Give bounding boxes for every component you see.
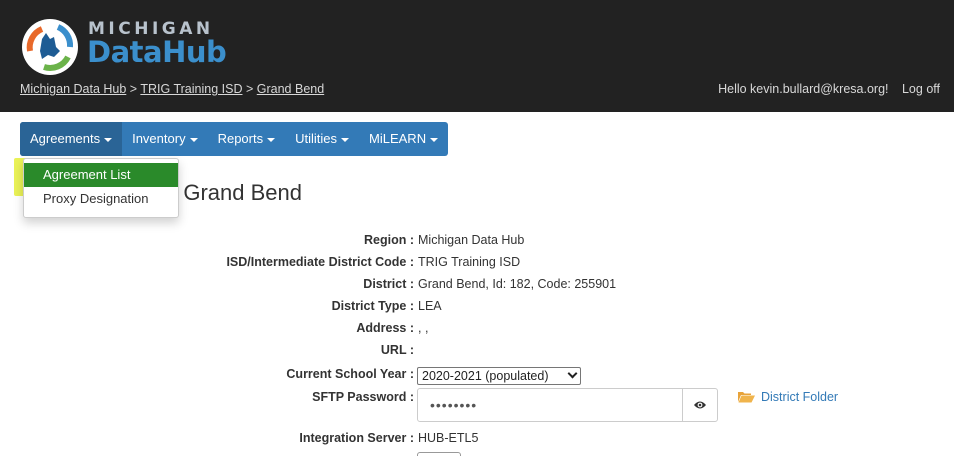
detail-value: Michigan Data Hub <box>418 233 525 247</box>
detail-row-integration-server: Integration Server : HUB-ETL5 <box>0 431 954 451</box>
nav-milearn-label: MiLEARN <box>369 131 427 146</box>
detail-row-isd: ISD/Intermediate District Code : TRIG Tr… <box>0 255 954 275</box>
detail-row-district: District : Grand Bend, Id: 182, Code: 25… <box>0 277 954 297</box>
caret-down-icon <box>341 137 350 142</box>
agreements-dropdown-menu: Agreement List Proxy Designation <box>23 158 179 218</box>
menu-item-proxy-designation[interactable]: Proxy Designation <box>24 187 178 211</box>
breadcrumb-separator: > <box>245 82 254 96</box>
breadcrumb-separator: > <box>129 82 138 96</box>
breadcrumb-link-hub[interactable]: Michigan Data Hub <box>20 82 126 96</box>
nav-inventory-label: Inventory <box>132 131 186 146</box>
caret-down-icon <box>104 137 113 142</box>
detail-label: Region : <box>364 233 414 247</box>
nav-utilities-label: Utilities <box>295 131 338 146</box>
nav-agreements[interactable]: Agreements <box>20 122 123 156</box>
eye-icon <box>694 401 706 409</box>
caret-down-icon <box>189 137 198 142</box>
detail-label: ISD/Intermediate District Code : <box>226 255 414 269</box>
detail-row-district-type: District Type : LEA <box>0 299 954 319</box>
page-title: t: Grand Bend <box>165 180 302 205</box>
app-header: MICHIGAN DataHub Michigan Data Hub > TRI… <box>0 0 954 112</box>
detail-label: Current School Year : <box>286 367 414 381</box>
logo-datahub-text: DataHub <box>87 35 227 69</box>
sftp-password-input[interactable]: •••••••• <box>417 388 683 422</box>
breadcrumb: Michigan Data Hub > TRIG Training ISD > … <box>20 82 324 96</box>
detail-label: Address : <box>356 321 414 335</box>
user-area: Hello kevin.bullard@kresa.org! Log off <box>718 82 940 96</box>
main-nav: Agreements Inventory Reports Utilities M… <box>20 122 449 156</box>
detail-label: SFTP Password : <box>312 390 414 404</box>
school-year-selected-value: 2020-2021 (populated) <box>422 369 549 383</box>
breadcrumb-link-district[interactable]: Grand Bend <box>257 82 324 96</box>
menu-item-agreement-list[interactable]: Agreement List <box>24 163 178 187</box>
user-greeting[interactable]: Hello kevin.bullard@kresa.org! <box>718 82 888 96</box>
school-year-select[interactable]: 2020-2021 (populated) <box>417 367 581 385</box>
nav-inventory[interactable]: Inventory <box>122 122 207 156</box>
nav-reports[interactable]: Reports <box>208 122 286 156</box>
nav-agreements-label: Agreements <box>30 131 101 146</box>
michigan-datahub-logo[interactable]: MICHIGAN DataHub <box>20 13 230 81</box>
logo-emblem-icon <box>22 19 78 75</box>
chevron-down-icon <box>567 368 578 379</box>
district-folder-label: District Folder <box>761 390 839 404</box>
detail-value: TRIG Training ISD <box>418 255 521 269</box>
detail-value: HUB-ETL5 <box>418 431 479 445</box>
detail-label: District : <box>363 277 414 291</box>
detail-value: Grand Bend, Id: 182, Code: 255901 <box>418 277 617 291</box>
folder-open-icon <box>738 392 755 403</box>
nav-milearn[interactable]: MiLEARN <box>359 122 448 156</box>
caret-down-icon <box>267 137 276 142</box>
detail-row-url: URL : <box>0 343 954 363</box>
detail-value: , , <box>418 321 429 335</box>
show-password-button[interactable] <box>682 388 718 422</box>
nav-utilities[interactable]: Utilities <box>285 122 359 156</box>
detail-label: URL : <box>380 343 414 357</box>
detail-label: District Type : <box>331 299 414 313</box>
detail-row-address: Address : , , <box>0 321 954 341</box>
breadcrumb-link-isd[interactable]: TRIG Training ISD <box>140 82 242 96</box>
detail-row-region: Region : Michigan Data Hub <box>0 233 954 253</box>
caret-down-icon <box>430 137 439 142</box>
detail-label: Integration Server : <box>299 431 414 445</box>
logoff-link[interactable]: Log off <box>902 82 940 96</box>
district-folder-link[interactable]: District Folder <box>738 390 838 404</box>
next-field-input[interactable] <box>417 452 461 456</box>
nav-reports-label: Reports <box>217 131 264 146</box>
detail-value: LEA <box>418 299 442 313</box>
